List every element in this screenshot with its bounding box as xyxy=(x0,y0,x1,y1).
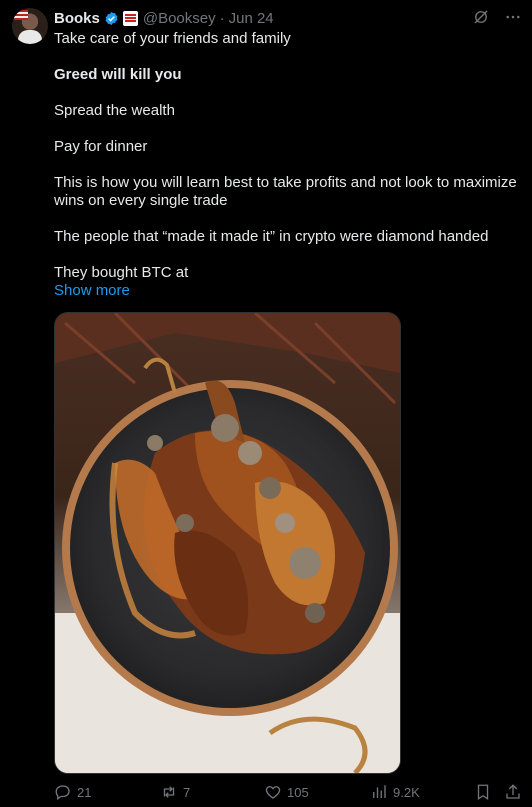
like-icon xyxy=(265,786,281,799)
post-header: Books @Booksey · Jun 24 xyxy=(54,9,274,27)
views-count: 9.2K xyxy=(393,784,420,800)
verified-check-icon xyxy=(105,11,118,25)
post-line: Greed will kill you xyxy=(54,66,182,83)
like-count: 105 xyxy=(287,784,309,800)
header-separator: · xyxy=(219,9,225,27)
share-button[interactable] xyxy=(504,783,522,801)
post-line: Pay for dinner xyxy=(54,138,148,155)
post-line: Take care of your friends and family xyxy=(54,30,291,47)
views-button[interactable]: 9.2K xyxy=(370,783,420,801)
grok-icon[interactable] xyxy=(472,8,490,26)
share-icon xyxy=(506,784,520,799)
repost-button[interactable]: 7 xyxy=(160,783,190,801)
action-bar: 21 7 105 9.2K xyxy=(54,783,524,803)
post-image[interactable] xyxy=(54,312,401,774)
post-line: Spread the wealth xyxy=(54,102,175,119)
bookmark-icon xyxy=(477,784,489,801)
post-line: This is how you will learn best to take … xyxy=(54,174,517,209)
reply-icon xyxy=(55,785,70,801)
like-button[interactable]: 105 xyxy=(264,783,309,801)
more-options-icon[interactable] xyxy=(504,8,522,26)
views-icon xyxy=(373,785,386,798)
author-handle[interactable]: @Booksey xyxy=(143,10,216,27)
reply-count: 21 xyxy=(77,784,92,800)
post-line: The people that “made it made it” in cry… xyxy=(54,228,489,245)
avatar[interactable] xyxy=(12,8,48,44)
post-text: Take care of your friends and family Gre… xyxy=(54,30,524,300)
bookmark-button[interactable] xyxy=(474,783,492,801)
post-line: They bought BTC at xyxy=(54,264,189,281)
reply-button[interactable]: 21 xyxy=(54,783,91,801)
repost-count: 7 xyxy=(183,784,191,800)
show-more-link[interactable]: Show more xyxy=(54,282,524,300)
repost-icon xyxy=(163,786,175,798)
affiliate-badge-icon xyxy=(122,10,138,26)
post-date[interactable]: Jun 24 xyxy=(229,10,274,27)
author-name[interactable]: Books xyxy=(54,10,100,27)
